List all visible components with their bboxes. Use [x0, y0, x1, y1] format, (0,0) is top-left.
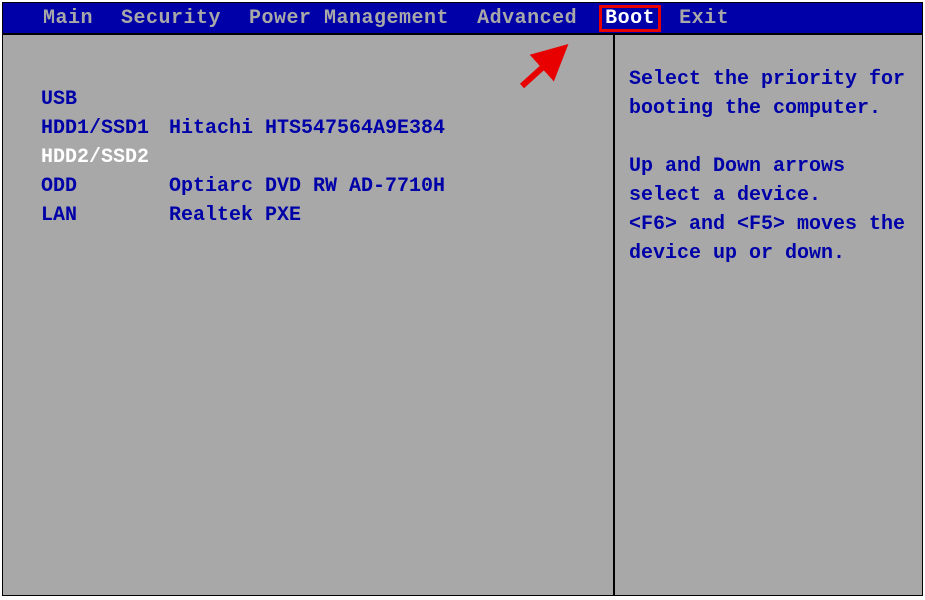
bios-content: USB HDD1/SSD1 Hitachi HTS547564A9E384 HD…: [3, 33, 922, 595]
help-text: <F6> and <F5> moves the: [629, 210, 908, 239]
menu-security[interactable]: Security: [121, 7, 221, 30]
boot-device-list: USB HDD1/SSD1 Hitachi HTS547564A9E384 HD…: [3, 35, 615, 595]
menu-advanced[interactable]: Advanced: [477, 7, 577, 30]
bios-menubar: Main Security Power Management Advanced …: [3, 3, 922, 33]
device-name: Realtek PXE: [169, 201, 301, 230]
help-text: select a device.: [629, 181, 908, 210]
help-text: device up or down.: [629, 239, 908, 268]
menu-main[interactable]: Main: [43, 7, 93, 30]
boot-device-odd[interactable]: ODD Optiarc DVD RW AD-7710H: [41, 172, 613, 201]
bios-screen: Main Security Power Management Advanced …: [2, 2, 923, 596]
device-label: USB: [41, 85, 169, 114]
device-label: ODD: [41, 172, 169, 201]
boot-device-hdd1[interactable]: HDD1/SSD1 Hitachi HTS547564A9E384: [41, 114, 613, 143]
boot-device-lan[interactable]: LAN Realtek PXE: [41, 201, 613, 230]
device-label: HDD1/SSD1: [41, 114, 169, 143]
device-label: LAN: [41, 201, 169, 230]
boot-device-hdd2[interactable]: HDD2/SSD2: [41, 143, 613, 172]
boot-device-usb[interactable]: USB: [41, 85, 613, 114]
device-name: Optiarc DVD RW AD-7710H: [169, 172, 445, 201]
help-text: Up and Down arrows: [629, 152, 908, 181]
menu-exit[interactable]: Exit: [679, 7, 729, 30]
help-text: booting the computer.: [629, 94, 908, 123]
menu-boot[interactable]: Boot: [601, 7, 659, 30]
device-name: Hitachi HTS547564A9E384: [169, 114, 445, 143]
help-panel: Select the priority for booting the comp…: [615, 35, 922, 595]
help-text: Select the priority for: [629, 65, 908, 94]
menu-power-management[interactable]: Power Management: [249, 7, 449, 30]
device-label: HDD2/SSD2: [41, 143, 169, 172]
